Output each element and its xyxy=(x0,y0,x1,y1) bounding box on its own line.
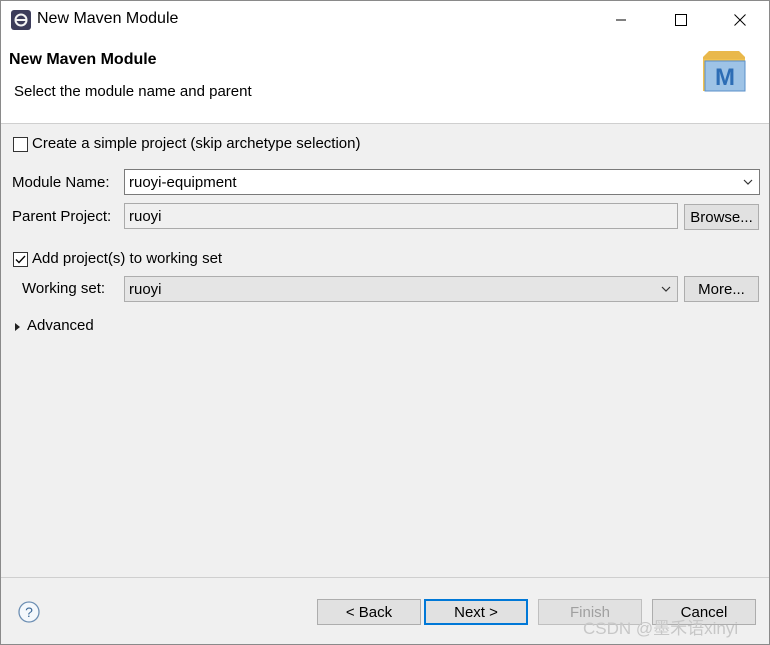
help-icon[interactable]: ? xyxy=(18,601,40,623)
window-title: New Maven Module xyxy=(37,10,179,27)
working-set-check-label[interactable]: Add project(s) to working set xyxy=(32,250,222,267)
working-set-value: ruoyi xyxy=(129,281,162,298)
chevron-down-icon[interactable] xyxy=(661,285,671,293)
working-set-checkbox[interactable] xyxy=(13,252,28,267)
module-name-value: ruoyi-equipment xyxy=(129,174,237,191)
working-set-label: Working set: xyxy=(22,280,106,297)
chevron-down-icon[interactable] xyxy=(743,178,753,186)
close-icon xyxy=(734,14,746,26)
dialog-window: New Maven Module New Maven Module Select… xyxy=(0,0,770,645)
expand-arrow-icon[interactable] xyxy=(15,323,21,331)
title-bar[interactable]: New Maven Module xyxy=(1,1,769,39)
watermark-text: CSDN @墨禾语xinyi xyxy=(583,619,739,638)
simple-project-label[interactable]: Create a simple project (skip archetype … xyxy=(32,135,360,152)
module-name-label: Module Name: xyxy=(12,174,110,191)
wizard-header: New Maven Module Select the module name … xyxy=(1,39,769,124)
more-button[interactable]: More... xyxy=(684,276,759,302)
maximize-button[interactable] xyxy=(658,1,704,39)
eclipse-icon xyxy=(11,10,31,30)
close-button[interactable] xyxy=(717,1,763,39)
maven-logo-letter: M xyxy=(715,64,735,91)
svg-text:?: ? xyxy=(25,604,33,620)
page-description: Select the module name and parent xyxy=(14,83,252,100)
simple-project-checkbox[interactable] xyxy=(13,137,28,152)
minimize-icon xyxy=(616,19,626,21)
browse-button[interactable]: Browse... xyxy=(684,204,759,230)
parent-project-label: Parent Project: xyxy=(12,208,112,225)
parent-project-value: ruoyi xyxy=(129,208,162,225)
checkmark-icon xyxy=(15,255,26,264)
back-button[interactable]: < Back xyxy=(317,599,421,625)
minimize-button[interactable] xyxy=(598,1,644,39)
footer-separator xyxy=(1,577,769,578)
working-set-combo[interactable]: ruoyi xyxy=(124,276,678,302)
parent-project-field[interactable]: ruoyi xyxy=(124,203,678,229)
page-title: New Maven Module xyxy=(9,51,157,68)
maximize-icon xyxy=(675,14,687,26)
maven-logo-icon: M xyxy=(703,51,746,92)
module-name-combo[interactable]: ruoyi-equipment xyxy=(124,169,760,195)
next-button[interactable]: Next > xyxy=(424,599,528,625)
advanced-section-toggle[interactable]: Advanced xyxy=(27,317,94,334)
